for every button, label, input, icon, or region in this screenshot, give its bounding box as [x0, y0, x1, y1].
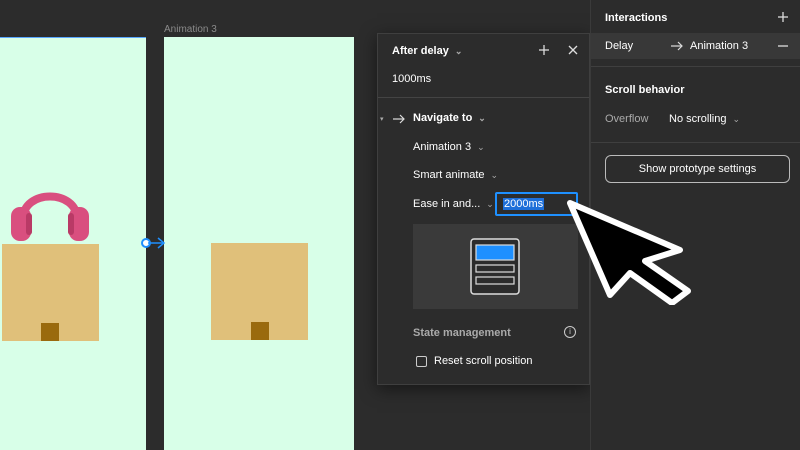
animation-dropdown[interactable]: Smart animate ⌄	[413, 169, 498, 181]
reset-scroll-checkbox[interactable]	[416, 356, 427, 367]
chevron-down-icon: ⌄	[477, 142, 485, 152]
divider	[591, 142, 800, 143]
easing-label: Ease in and...	[413, 198, 481, 210]
interaction-target: Animation 3	[690, 40, 749, 52]
cursor-icon	[567, 200, 691, 305]
info-icon[interactable]: i	[564, 326, 576, 338]
easing-dropdown[interactable]: Ease in and... ⌄	[413, 198, 494, 210]
divider	[378, 97, 589, 98]
door-shape[interactable]	[41, 323, 59, 341]
interaction-row[interactable]: Delay Animation 3	[591, 33, 800, 59]
frame-title[interactable]: Animation 3	[164, 24, 217, 35]
reset-scroll-label[interactable]: Reset scroll position	[434, 355, 532, 367]
destination-label: Animation 3	[413, 141, 472, 153]
collapse-caret-icon[interactable]: ▾	[380, 115, 384, 123]
close-icon[interactable]	[567, 44, 579, 56]
preview-screen-icon	[470, 238, 520, 295]
divider	[591, 66, 800, 67]
headphones-icon[interactable]	[9, 171, 91, 243]
arrow-right-icon	[393, 114, 405, 124]
action-dropdown[interactable]: Navigate to ⌄	[413, 112, 486, 124]
frame-animation-2[interactable]	[0, 37, 146, 450]
chevron-down-icon: ⌄	[454, 46, 463, 56]
state-management-label: State management	[413, 327, 511, 339]
overflow-dropdown[interactable]: No scrolling ⌄	[669, 113, 740, 125]
frame-animation-3[interactable]	[164, 37, 354, 450]
interaction-details-popup: After delay ⌄ 1000ms ▾ Navigate to ⌄ Anima…	[377, 33, 590, 385]
scroll-behavior-title: Scroll behavior	[605, 84, 685, 96]
chevron-down-icon: ⌄	[486, 199, 494, 209]
show-prototype-settings-button[interactable]: Show prototype settings	[605, 155, 790, 183]
interactions-title: Interactions	[605, 12, 668, 24]
plus-icon[interactable]	[777, 11, 789, 23]
chevron-down-icon: ⌄	[490, 170, 499, 180]
overflow-value: No scrolling	[669, 113, 727, 125]
connection-arrow-icon	[148, 237, 166, 249]
interaction-trigger: Delay	[605, 40, 634, 52]
arrow-right-icon	[671, 41, 683, 51]
action-label: Navigate to	[413, 112, 473, 124]
destination-dropdown[interactable]: Animation 3 ⌄	[413, 141, 485, 153]
minus-icon[interactable]	[777, 40, 789, 52]
door-shape[interactable]	[251, 322, 269, 340]
animation-preview	[413, 224, 578, 309]
chevron-down-icon: ⌄	[732, 114, 741, 124]
plus-icon[interactable]	[538, 44, 550, 56]
delay-value[interactable]: 1000ms	[392, 73, 431, 85]
trigger-label: After delay	[392, 45, 449, 57]
trigger-dropdown[interactable]: After delay ⌄	[392, 45, 462, 57]
chevron-down-icon: ⌄	[478, 113, 486, 123]
overflow-label: Overflow	[605, 113, 649, 125]
duration-value: 2000ms	[503, 198, 545, 210]
animation-label: Smart animate	[413, 169, 485, 181]
